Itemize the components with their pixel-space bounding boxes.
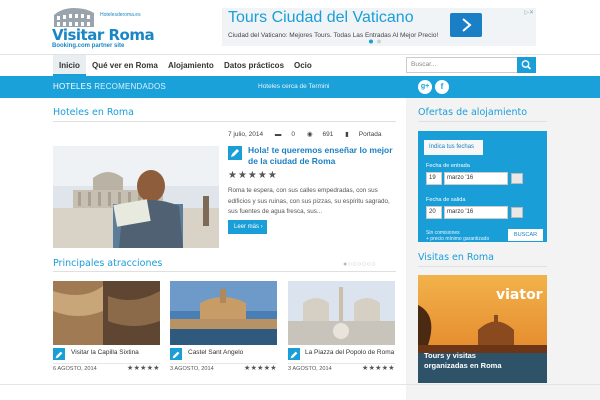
ad-text: Ciudad del Vaticano: Mejores Tours. Toda… [228, 32, 439, 39]
hotels-heading[interactable]: Hoteles en Roma [53, 107, 134, 118]
ad-next-button[interactable] [450, 13, 482, 37]
read-more-label: Leer más [234, 224, 260, 230]
bar-title-strong: HOTELES [53, 82, 92, 91]
pencil-icon [228, 146, 242, 160]
attraction-rating: ★★★★★ [244, 365, 277, 372]
bookmark-icon: ▮ [345, 131, 349, 138]
nav-item-datos[interactable]: Datos prácticos [218, 55, 290, 76]
search-button[interactable] [517, 57, 536, 73]
site-logo[interactable]: Hotelesderoma.es Visitar Roma Booking.co… [52, 6, 162, 49]
ad-banner[interactable]: Tours Ciudad del Vaticano Ciudad del Vat… [222, 8, 536, 46]
attraction-date: 3 AGOSTO, 2014 [170, 366, 214, 372]
calendar-icon[interactable] [511, 207, 523, 218]
checkout-month-select[interactable]: marzo '16 [444, 206, 508, 219]
article-image[interactable] [53, 146, 219, 248]
partner-text: Booking.com partner site [52, 43, 125, 49]
recommended-bar: HOTELES RECOMENDADOS Hoteles cerca de Te… [0, 76, 600, 98]
article-date: 7 julio, 2014 [228, 131, 264, 138]
attraction-date: 6 AGOSTO, 2014 [53, 366, 97, 372]
rome-tourist-photo [53, 146, 219, 248]
ad-choices-icon[interactable]: ▷✕ [524, 9, 534, 16]
viator-logo: viator [496, 287, 543, 303]
chevron-right-icon: › [260, 224, 263, 230]
attraction-rating: ★★★★★ [127, 365, 160, 372]
divider [53, 121, 396, 122]
attraction-rating: ★★★★★ [362, 365, 395, 372]
comments-icon: ▬ [274, 131, 282, 138]
attraction-title[interactable]: La Piazza del Popolo de Roma [305, 349, 394, 356]
divider [53, 271, 396, 272]
checkout-label: Fecha de salida [426, 197, 466, 203]
castel-sant-angelo-photo [170, 281, 277, 345]
article-meta: 7 julio, 2014 ▬ 0 ◉ 691 ▮ Portada [228, 130, 392, 138]
article-excerpt: Roma te espera, con sus calles empedrada… [228, 187, 390, 215]
comment-count[interactable]: 0 [291, 131, 295, 138]
offers-heading: Ofertas de alojamiento [418, 107, 528, 118]
visits-heading: Visitas en Roma [418, 252, 494, 263]
carousel-pagination[interactable]: ●○○○○○○ [343, 261, 376, 268]
attraction-card-image[interactable] [288, 281, 395, 345]
bar-title-light: RECOMENDADOS [94, 82, 166, 91]
divider [418, 266, 547, 267]
read-more-button[interactable]: Leer más › [228, 220, 267, 234]
bar-title: HOTELES RECOMENDADOS [53, 76, 166, 98]
bar-link-termini[interactable]: Hoteles cerca de Termini [258, 76, 329, 98]
article-category[interactable]: Portada [359, 131, 382, 138]
search-icon [521, 60, 532, 70]
google-plus-icon[interactable]: g+ [418, 80, 432, 94]
nav-item-alojamiento[interactable]: Alojamiento [162, 55, 220, 76]
nav-item-ocio[interactable]: Ocio [288, 55, 318, 76]
nav-item-inicio[interactable]: Inicio [53, 55, 86, 76]
attractions-heading[interactable]: Principales atracciones [53, 258, 162, 269]
attraction-card-image[interactable] [170, 281, 277, 345]
booking-note: Sin comisiones + precio mínimo garantiza… [426, 230, 489, 242]
checkin-day-select[interactable]: 19 [426, 172, 442, 185]
view-count: 691 [322, 131, 334, 138]
booking-note-line: + precio mínimo garantizado [426, 236, 490, 242]
brand-name: Visitar Roma [52, 26, 155, 44]
colosseum-icon [54, 8, 94, 27]
divider [0, 384, 600, 385]
chevron-right-icon [462, 18, 472, 32]
search-hotels-button[interactable]: BUSCAR [508, 229, 543, 241]
nav-item-que-ver[interactable]: Qué ver en Roma [86, 55, 164, 76]
viator-text: Tours y visitas [424, 351, 476, 360]
checkin-label: Fecha de entrada [426, 163, 470, 169]
ad-headline[interactable]: Tours Ciudad del Vaticano [228, 9, 414, 27]
attraction-title[interactable]: Visitar la Capilla Sixtina [71, 349, 139, 356]
carousel-dots [369, 39, 381, 44]
divider [418, 121, 547, 122]
attraction-title[interactable]: Castel Sant Angelo [188, 349, 243, 356]
search-input[interactable]: Buscar... [406, 57, 518, 73]
piazza-del-popolo-photo [288, 281, 395, 345]
pencil-icon [288, 348, 300, 360]
attraction-card-image[interactable] [53, 281, 160, 345]
article-title[interactable]: Hola! te queremos enseñar lo mejor de la… [248, 145, 398, 167]
calendar-icon[interactable] [511, 173, 523, 184]
viator-text: organizadas en Roma [424, 361, 502, 370]
site-domain: Hotelesderoma.es [100, 12, 141, 18]
attraction-date: 3 AGOSTO, 2014 [288, 366, 332, 372]
pencil-icon [53, 348, 65, 360]
dates-tab[interactable]: Indica tus fechas [424, 140, 483, 155]
sistine-chapel-photo [53, 281, 160, 345]
site-header: Hotelesderoma.es Visitar Roma Booking.co… [0, 0, 600, 54]
pencil-icon [170, 348, 182, 360]
facebook-icon[interactable]: f [435, 80, 449, 94]
checkin-month-select[interactable]: marzo '16 [444, 172, 508, 185]
checkout-day-select[interactable]: 20 [426, 206, 442, 219]
article-rating: ★★★★★ [228, 170, 278, 181]
views-icon: ◉ [306, 131, 313, 138]
viator-banner[interactable]: viator Tours y visitas organizadas en Ro… [418, 275, 547, 383]
